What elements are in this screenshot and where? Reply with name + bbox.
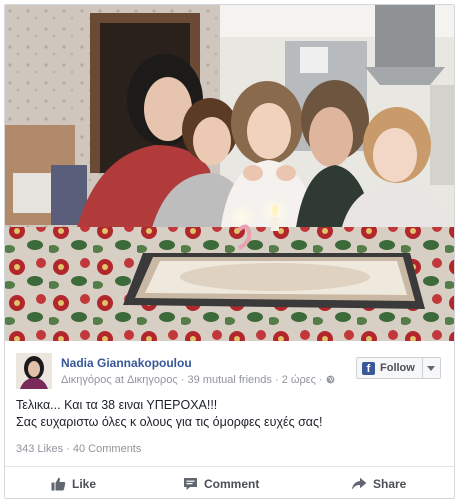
post-card: Nadia Giannakopoulou Δικηγόρος at Δικηγο…: [4, 4, 455, 499]
comments-count[interactable]: 40 Comments: [73, 443, 141, 455]
comment-icon: [184, 478, 197, 490]
meta-separator: ·: [318, 374, 326, 386]
post-text-line: Σας ευχαριστω όλες κ ολους για τις όμορφ…: [16, 415, 323, 429]
thumbs-up-icon: [51, 477, 66, 491]
follow-options-button[interactable]: [422, 357, 441, 379]
follow-control: f Follow: [356, 357, 441, 379]
share-icon: [351, 477, 367, 490]
facebook-logo-icon: f: [362, 361, 375, 375]
meta-separator: ·: [180, 374, 188, 386]
avatar[interactable]: [16, 353, 52, 389]
author-role[interactable]: Δικηγόρος at Δικηγορος: [61, 374, 178, 386]
post-stats: 343 Likes · 40 Comments: [16, 443, 141, 455]
post-text-line: Τελικα... Και τα 38 ειναι ΥΠΕΡΟΧΑ!!!: [16, 398, 218, 412]
globe-icon: [326, 375, 335, 384]
like-label: Like: [72, 477, 97, 491]
post-actions: Like Comment Share: [5, 466, 454, 498]
share-button[interactable]: Share: [351, 477, 406, 491]
share-label: Share: [373, 477, 407, 491]
post-header: Nadia Giannakopoulou Δικηγόρος at Δικηγο…: [5, 341, 454, 394]
post-time[interactable]: 2 ώρες: [282, 374, 316, 386]
chevron-down-icon: [427, 365, 436, 371]
post-meta: Δικηγόρος at Δικηγορος · 39 mutual frien…: [61, 374, 335, 386]
follow-label: Follow: [380, 362, 415, 374]
likes-count[interactable]: 343 Likes: [16, 443, 63, 455]
follow-button[interactable]: f Follow: [356, 357, 423, 379]
family-birthday-photo: [5, 5, 454, 341]
comment-label: Comment: [204, 477, 260, 491]
post-photo[interactable]: [5, 5, 454, 341]
meta-separator: ·: [274, 374, 282, 386]
avatar-portrait: [16, 353, 52, 389]
post-body: Τελικα... Και τα 38 ειναι ΥΠΕΡΟΧΑ!!! Σας…: [16, 397, 446, 431]
like-button[interactable]: Like: [51, 477, 96, 491]
mutual-friends[interactable]: 39 mutual friends: [188, 374, 272, 386]
author-name[interactable]: Nadia Giannakopoulou: [61, 356, 192, 370]
comment-button[interactable]: Comment: [183, 477, 259, 491]
stats-separator: ·: [66, 443, 73, 455]
